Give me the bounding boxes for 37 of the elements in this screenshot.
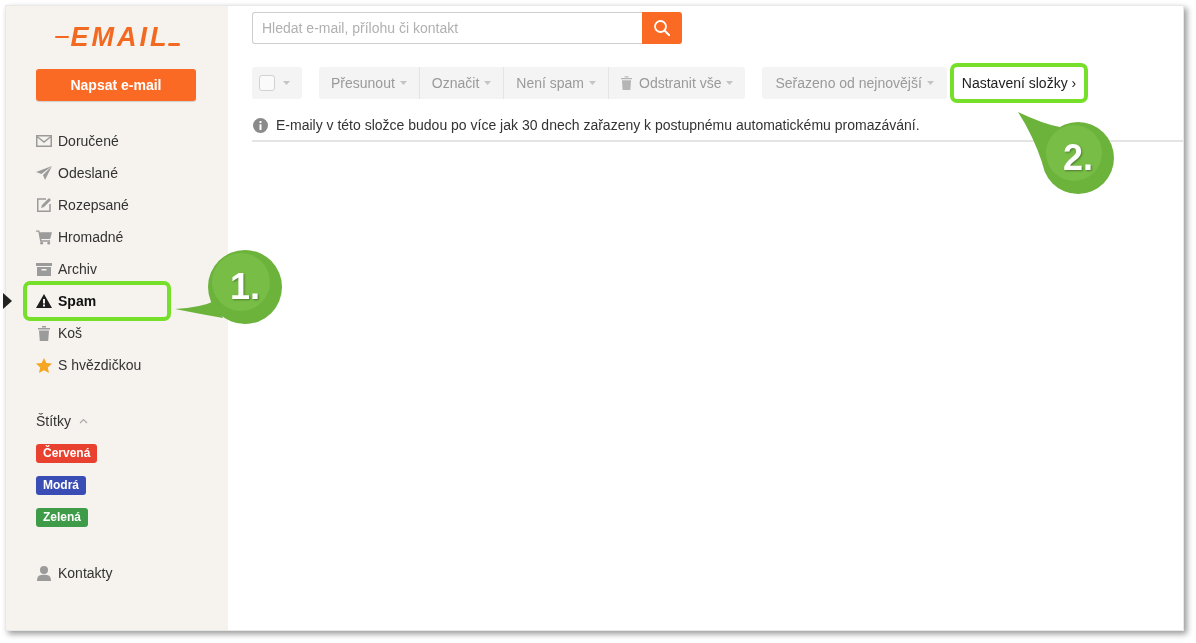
search-button[interactable] [642, 12, 682, 44]
caret-icon [726, 81, 734, 85]
search-icon [654, 20, 670, 36]
folder-item[interactable]: Rozepsané [27, 189, 167, 221]
notice-text: E-maily v této složce budou po více jak 30 dnech zařazeny k postupnému automatickému promazávání. [276, 117, 920, 133]
pencil-square-icon [36, 197, 52, 213]
envelope-icon [36, 135, 52, 147]
logo: EMAIL [54, 22, 180, 52]
caret-icon [399, 81, 407, 85]
paper-plane-icon [36, 166, 52, 180]
folder-item[interactable]: Odeslané [27, 157, 167, 189]
folder-item[interactable]: Hromadné [27, 221, 167, 253]
label-tag[interactable]: Červená [36, 443, 98, 463]
person-icon [37, 565, 51, 581]
select-dropdown[interactable] [252, 67, 302, 99]
selection-marker-icon [3, 293, 12, 309]
folder-item[interactable]: Doručené [27, 125, 167, 157]
trash-icon [621, 76, 632, 90]
warning-icon [36, 294, 52, 308]
folder-item[interactable]: Archiv [27, 253, 167, 285]
search-field[interactable]: Hledat e-mail, přílohu či kontakt [252, 12, 642, 44]
label-tag[interactable]: Zelená [36, 507, 88, 527]
folder-item[interactable]: Koš [27, 317, 167, 349]
folder-item[interactable]: S hvězdičkou [27, 349, 167, 381]
archive-box-icon [36, 262, 52, 276]
caret-icon [926, 81, 934, 85]
caret-icon [589, 81, 596, 85]
star-icon [36, 357, 52, 373]
trash-icon [38, 325, 50, 341]
labels-toggle[interactable]: Štítky [36, 413, 88, 429]
folder-item[interactable]: Spam [27, 285, 167, 317]
caret-icon [484, 81, 492, 85]
caret-icon [283, 81, 290, 85]
contacts-link[interactable]: Kontakty [27, 557, 167, 589]
info-icon [253, 117, 268, 133]
cart-icon [36, 229, 52, 245]
label-tag[interactable]: Modrá [36, 475, 86, 495]
